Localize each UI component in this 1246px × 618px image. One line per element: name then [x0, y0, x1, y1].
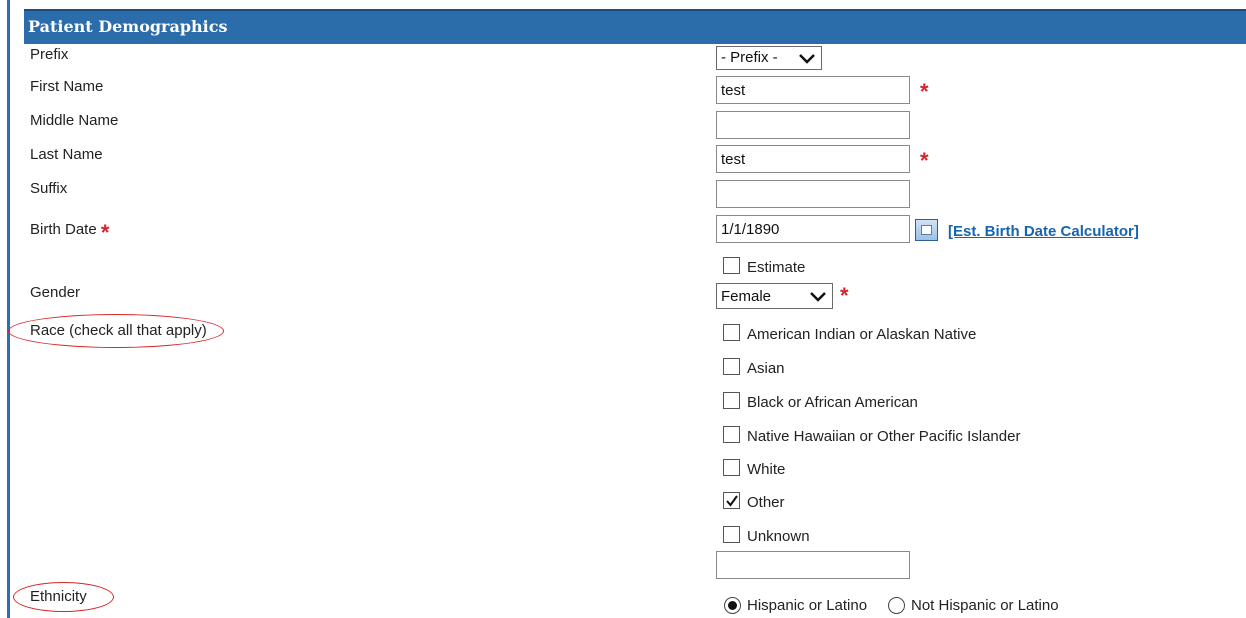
- prefix-select-value: - Prefix -: [721, 49, 778, 66]
- ethnicity-option-label: Not Hispanic or Latino: [911, 597, 1059, 614]
- race-option-label: Asian: [747, 360, 785, 377]
- race-checkbox-white[interactable]: [723, 459, 740, 476]
- middle-name-input[interactable]: [716, 111, 910, 139]
- birth-date-required-mark: *: [100, 220, 110, 245]
- calendar-icon[interactable]: [915, 219, 938, 241]
- left-border: [7, 0, 10, 618]
- ethnicity-radio-hispanic[interactable]: [724, 597, 741, 614]
- ethnicity-radio-not-hispanic[interactable]: [888, 597, 905, 614]
- race-option-label: Black or African American: [747, 394, 918, 411]
- estimate-checkbox[interactable]: [723, 257, 740, 274]
- section-header: Patient Demographics: [24, 9, 1246, 44]
- ethnicity-label-annotation-ellipse: [13, 582, 114, 612]
- first-name-label: First Name: [30, 78, 104, 95]
- race-option-label: Native Hawaiian or Other Pacific Islande…: [747, 428, 1021, 445]
- race-checkbox-asian[interactable]: [723, 358, 740, 375]
- gender-label: Gender: [30, 284, 81, 301]
- last-name-required-mark: *: [920, 148, 929, 173]
- estimate-label: Estimate: [747, 259, 806, 276]
- gender-select-value: Female: [721, 288, 772, 305]
- race-checkbox-unknown[interactable]: [723, 526, 740, 543]
- race-other-input[interactable]: [716, 551, 910, 579]
- ethnicity-option-label: Hispanic or Latino: [747, 597, 868, 614]
- birth-date-input[interactable]: [716, 215, 910, 243]
- last-name-input[interactable]: [716, 145, 910, 173]
- race-option-label: Unknown: [747, 528, 810, 545]
- race-label-annotation-ellipse: [8, 314, 224, 348]
- race-checkbox-american-indian[interactable]: [723, 324, 740, 341]
- birth-date-label-text: Birth Date: [30, 221, 97, 238]
- gender-select[interactable]: Female: [716, 283, 833, 309]
- first-name-input[interactable]: [716, 76, 910, 104]
- race-checkbox-native-hawaiian[interactable]: [723, 426, 740, 443]
- checkmark-icon: [726, 495, 738, 507]
- race-option-label: American Indian or Alaskan Native: [747, 326, 977, 343]
- suffix-label: Suffix: [30, 180, 68, 197]
- section-title: Patient Demographics: [28, 17, 228, 36]
- est-birth-date-calculator-link[interactable]: [Est. Birth Date Calculator]: [948, 223, 1139, 240]
- first-name-required-mark: *: [920, 79, 929, 104]
- prefix-select[interactable]: - Prefix -: [716, 46, 822, 70]
- suffix-input[interactable]: [716, 180, 910, 208]
- chevron-down-icon: [799, 54, 815, 64]
- race-option-label: Other: [747, 494, 785, 511]
- race-checkbox-other[interactable]: [723, 492, 740, 509]
- birth-date-label: Birth Date *: [30, 221, 109, 244]
- middle-name-label: Middle Name: [30, 112, 119, 129]
- race-checkbox-black[interactable]: [723, 392, 740, 409]
- last-name-label: Last Name: [30, 146, 103, 163]
- gender-required-mark: *: [840, 283, 849, 308]
- chevron-down-icon: [810, 292, 826, 302]
- race-option-label: White: [747, 461, 786, 478]
- prefix-label: Prefix: [30, 46, 69, 63]
